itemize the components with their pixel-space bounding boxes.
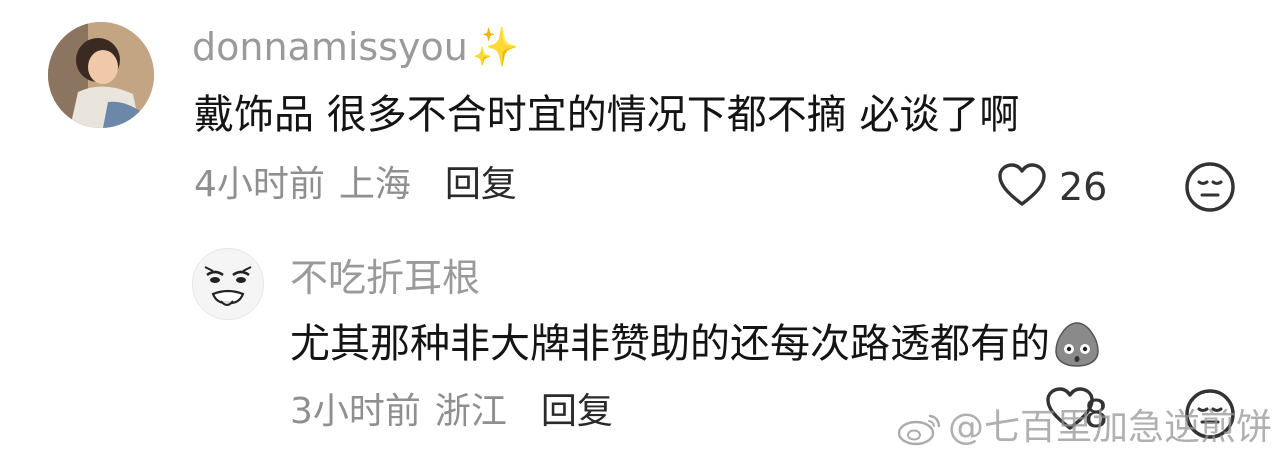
avatar[interactable] — [48, 22, 154, 128]
watermark: @七百里加急逆煎饼 — [896, 406, 1272, 450]
watermark-text: @七百里加急逆煎饼 — [947, 407, 1272, 448]
sparkle-emoji: ✨ — [471, 25, 520, 69]
reply-button[interactable]: 回复 — [445, 163, 517, 207]
sub-comment-time: 3小时前 — [290, 391, 421, 432]
like-count: 26 — [1059, 165, 1108, 209]
sub-comment-username[interactable]: 不吃折耳根 — [290, 255, 480, 301]
sub-reply-button[interactable]: 回复 — [541, 390, 613, 434]
meh-face-icon — [1185, 162, 1235, 212]
sub-comment-text: 尤其那种非大牌非赞助的还每次路透都有的 — [290, 321, 1050, 367]
comment-time: 4小时前 — [194, 164, 325, 205]
comment-location: 上海 — [338, 164, 411, 205]
like-button[interactable] — [996, 160, 1048, 212]
sub-avatar[interactable] — [192, 248, 264, 320]
dislike-button[interactable] — [1184, 161, 1236, 213]
heart-outline-icon — [998, 163, 1046, 206]
comment-text: 戴饰品 很多不合时宜的情况下都不摘 必谈了啊 — [194, 92, 1020, 138]
sub-comment-location: 浙江 — [434, 391, 507, 432]
rage-face-avatar — [193, 249, 263, 319]
comment-username[interactable]: donnamissyou — [192, 24, 468, 70]
shocked-egg-emoji — [1052, 319, 1102, 369]
weibo-logo-icon — [897, 414, 941, 446]
